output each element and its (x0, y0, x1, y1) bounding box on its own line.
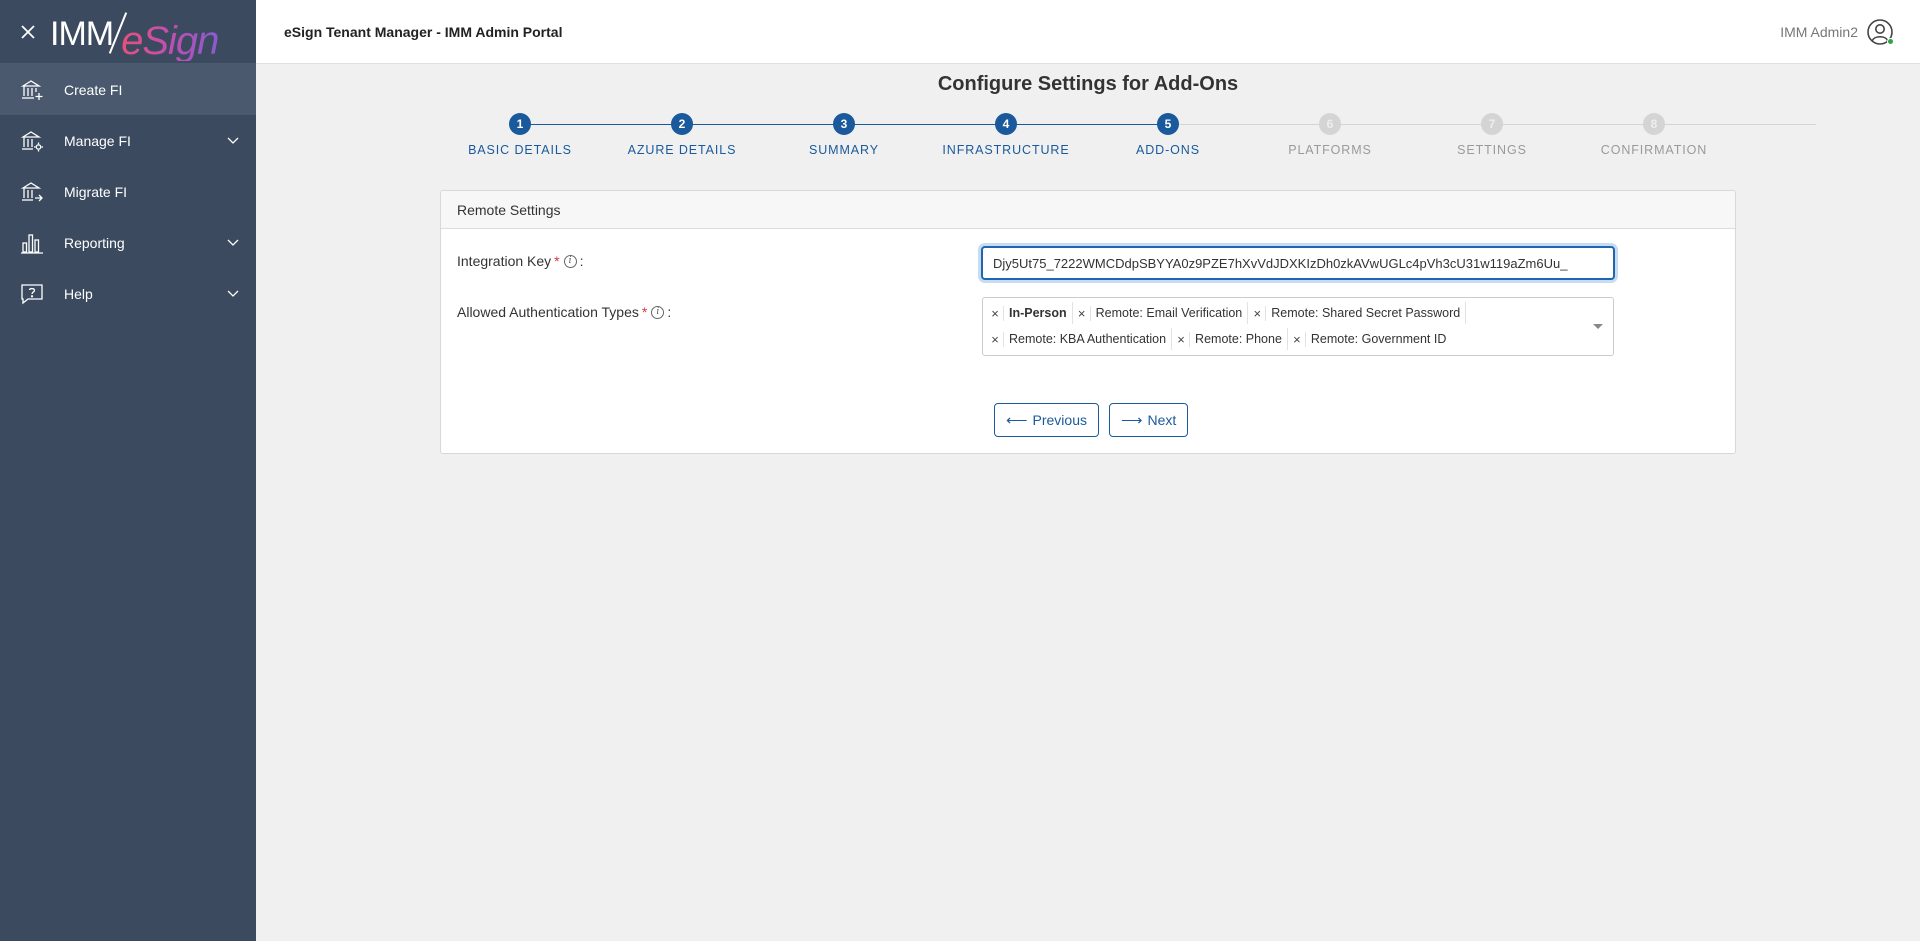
bank-arrow-icon (20, 180, 44, 204)
page-title: Configure Settings for Add-Ons (937, 73, 1239, 95)
step-basic-details[interactable]: 1 BASIC DETAILS (440, 113, 600, 157)
sidebar-item-manage-fi[interactable]: Manage FI (0, 115, 256, 166)
arrow-right-icon: ⟶ (1121, 412, 1143, 429)
wizard-stepper: 1 BASIC DETAILS 2 AZURE DETAILS 3 SUMMAR… (440, 113, 1816, 169)
bank-plus-icon (20, 78, 44, 102)
step-settings: 7 SETTINGS (1412, 113, 1572, 157)
tag-in-person: × In-Person (990, 302, 1073, 324)
remove-tag-icon[interactable]: × (990, 305, 1004, 321)
tag-kba-authentication: × Remote: KBA Authentication (990, 328, 1173, 350)
step-confirmation: 8 CONFIRMATION (1574, 113, 1734, 157)
step-summary[interactable]: 3 SUMMARY (764, 113, 924, 157)
remove-tag-icon[interactable]: × (1077, 305, 1091, 321)
remove-tag-icon[interactable]: × (1252, 305, 1267, 321)
selected-tags: × In-Person × Remote: Email Verification… (990, 302, 1583, 354)
sidebar-item-help[interactable]: Help (0, 268, 256, 319)
caret-down-icon[interactable] (1593, 324, 1603, 329)
step-number: 8 (1643, 113, 1665, 135)
remove-tag-icon[interactable]: × (1292, 331, 1306, 347)
chevron-down-icon (226, 236, 240, 250)
previous-button-label: Previous (1032, 412, 1087, 428)
sidebar-item-label: Help (64, 285, 93, 302)
sidebar-item-reporting[interactable]: Reporting (0, 217, 256, 268)
help-chat-icon (20, 282, 44, 306)
sidebar-item-create-fi[interactable]: Create FI (0, 64, 256, 115)
sidebar-item-label: Reporting (64, 234, 125, 251)
step-label: SUMMARY (809, 143, 879, 157)
integration-key-input[interactable] (981, 246, 1615, 280)
step-platforms: 6 PLATFORMS (1250, 113, 1410, 157)
auth-types-multiselect[interactable]: × In-Person × Remote: Email Verification… (982, 297, 1614, 356)
sidebar-item-label: Manage FI (64, 132, 131, 149)
tag-shared-secret: × Remote: Shared Secret Password (1252, 302, 1467, 324)
step-number: 6 (1319, 113, 1341, 135)
next-button-label: Next (1147, 412, 1177, 428)
step-label: INFRASTRUCTURE (942, 143, 1070, 157)
chevron-down-icon (226, 134, 240, 148)
step-label: AZURE DETAILS (627, 143, 737, 157)
info-icon[interactable]: i (563, 254, 577, 268)
step-number: 5 (1157, 113, 1179, 135)
app-title: eSign Tenant Manager - IMM Admin Portal (284, 23, 563, 40)
bar-chart-icon (20, 231, 44, 255)
step-add-ons[interactable]: 5 ADD-ONS (1088, 113, 1248, 157)
tag-email-verification: × Remote: Email Verification (1077, 302, 1249, 324)
info-icon[interactable]: i (651, 305, 665, 319)
online-status-dot (1887, 37, 1894, 45)
step-number: 7 (1481, 113, 1503, 135)
required-marker: * (554, 253, 560, 269)
required-marker: * (641, 304, 648, 320)
step-label: ADD-ONS (1136, 143, 1200, 157)
app-logo: IMM eSign (50, 9, 219, 61)
arrow-left-icon: ⟵ (1006, 412, 1028, 429)
auth-types-label-row: Allowed Authentication Types * i : (457, 304, 672, 320)
user-avatar-icon[interactable] (1866, 18, 1894, 46)
sidebar-header: IMM eSign (0, 0, 256, 64)
top-bar: eSign Tenant Manager - IMM Admin Portal … (256, 0, 1920, 64)
sidebar: IMM eSign Create FI Manage FI Migrate FI… (0, 0, 256, 941)
integration-key-label: Integration Key (457, 253, 552, 269)
remove-tag-icon[interactable]: × (1176, 331, 1191, 347)
close-icon[interactable] (18, 22, 38, 42)
step-number: 1 (509, 113, 531, 135)
next-button[interactable]: ⟶ Next (1109, 403, 1189, 437)
remote-settings-card: Remote Settings Integration Key * i : Al… (440, 190, 1736, 454)
tag-phone: × Remote: Phone (1176, 328, 1288, 350)
remove-tag-icon[interactable]: × (990, 331, 1004, 347)
step-number: 2 (671, 113, 693, 135)
previous-button[interactable]: ⟵ Previous (994, 403, 1099, 437)
step-label: PLATFORMS (1288, 143, 1372, 157)
user-name[interactable]: IMM Admin2 (1780, 24, 1858, 40)
step-number: 3 (833, 113, 855, 135)
step-infrastructure[interactable]: 4 INFRASTRUCTURE (926, 113, 1086, 157)
chevron-down-icon (226, 287, 240, 301)
step-number: 4 (995, 113, 1017, 135)
sidebar-item-migrate-fi[interactable]: Migrate FI (0, 166, 256, 217)
step-azure-details[interactable]: 2 AZURE DETAILS (602, 113, 762, 157)
auth-types-label: Allowed Authentication Types (457, 304, 639, 320)
step-label: BASIC DETAILS (468, 143, 572, 157)
bank-gear-icon (20, 129, 44, 153)
card-header: Remote Settings (441, 191, 1735, 229)
integration-key-label-row: Integration Key * i : (457, 253, 584, 269)
step-label: SETTINGS (1457, 143, 1527, 157)
tag-government-id: × Remote: Government ID (1292, 331, 1447, 347)
sidebar-item-label: Migrate FI (64, 183, 128, 200)
sidebar-item-label: Create FI (64, 81, 123, 98)
step-label: CONFIRMATION (1600, 143, 1708, 157)
